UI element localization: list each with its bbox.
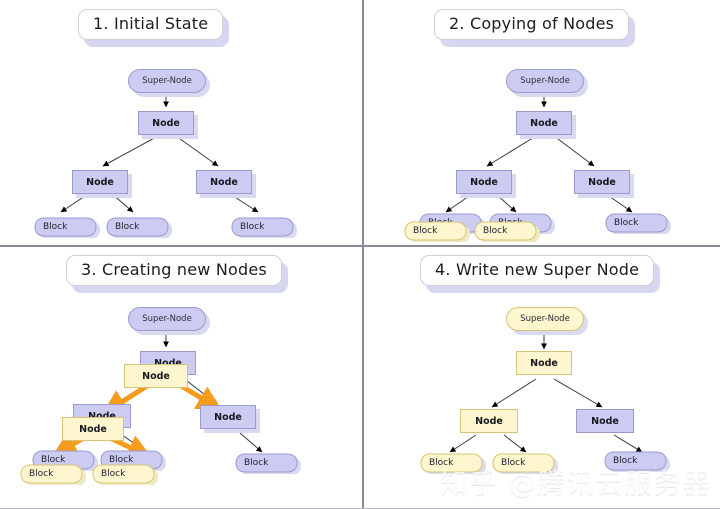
panel-3-root-node-copy-label: Node xyxy=(142,370,170,382)
panel-2-block-3[interactable]: Block xyxy=(605,212,673,234)
panel-3-super-node[interactable]: Super-Node xyxy=(128,307,206,331)
panel-3-block-1-copy-label: Block xyxy=(29,469,54,479)
panel-4-block-3-label: Block xyxy=(613,456,638,466)
panel-3-title: 3. Creating new Nodes xyxy=(66,255,288,293)
panel-2-title-text: 2. Copying of Nodes xyxy=(434,9,630,40)
panel-4-root-node[interactable]: Node xyxy=(516,351,572,375)
panel-4-root-node-label: Node xyxy=(530,357,558,369)
panel-4-title: 4. Write new Super Node xyxy=(420,255,661,293)
panel-1: 1. Initial State Super-Node Node Node No… xyxy=(0,0,363,246)
panel-4-title-text: 4. Write new Super Node xyxy=(420,255,655,286)
panel-1-block-1-label: Block xyxy=(43,222,68,232)
panel-3-block-3[interactable]: Block xyxy=(235,452,303,474)
panel-1-title-text: 1. Initial State xyxy=(78,9,224,40)
panel-3-left-node-copy[interactable]: Node xyxy=(62,417,124,441)
panel-2-title: 2. Copying of Nodes xyxy=(434,9,636,47)
panel-1-root-node-label: Node xyxy=(152,117,180,129)
panel-4-block-3[interactable]: Block xyxy=(604,450,672,472)
panel-1-block-3[interactable]: Block xyxy=(231,216,299,238)
panel-2-block-3-label: Block xyxy=(614,218,639,228)
panel-3-super-node-label: Super-Node xyxy=(142,314,192,324)
panel-2-super-node[interactable]: Super-Node xyxy=(506,69,584,93)
panel-1-block-1[interactable]: Block xyxy=(34,216,102,238)
panel-1-block-2-label: Block xyxy=(115,222,140,232)
panel-3-block-1-copy[interactable]: Block xyxy=(20,463,88,485)
panel-1-super-node-label: Super-Node xyxy=(142,76,192,86)
panel-3-block-2-copy-label: Block xyxy=(101,469,126,479)
panel-4-left-node[interactable]: Node xyxy=(460,409,518,433)
panel-4-block-2-label: Block xyxy=(501,458,526,468)
panel-1-block-2[interactable]: Block xyxy=(106,216,174,238)
panel-3: 3. Creating new Nodes Super-Node Node No… xyxy=(0,247,363,509)
panel-3-block-2-copy[interactable]: Block xyxy=(92,463,160,485)
panel-2-left-node-label: Node xyxy=(470,176,498,188)
panel-3-left-node-copy-label: Node xyxy=(79,423,107,435)
panel-4-left-node-label: Node xyxy=(475,415,503,427)
panel-4-right-node[interactable]: Node xyxy=(576,409,634,433)
panel-1-block-3-label: Block xyxy=(240,222,265,232)
panel-2-left-node[interactable]: Node xyxy=(456,170,512,194)
panel-4-block-1-label: Block xyxy=(429,458,454,468)
diagram-canvas: 1. Initial State Super-Node Node Node No… xyxy=(0,0,720,509)
panel-2-right-node[interactable]: Node xyxy=(574,170,630,194)
panel-1-super-node[interactable]: Super-Node xyxy=(128,69,206,93)
panel-2-root-node[interactable]: Node xyxy=(516,111,572,135)
panel-4-block-2[interactable]: Block xyxy=(492,452,560,474)
panel-4-block-1[interactable]: Block xyxy=(420,452,488,474)
panel-1-right-node[interactable]: Node xyxy=(196,170,252,194)
panel-2-block-1-copy-label: Block xyxy=(413,226,438,236)
panel-2-block-1-copy[interactable]: Block xyxy=(404,220,472,242)
panel-1-title: 1. Initial State xyxy=(78,9,230,47)
panel-4-super-node[interactable]: Super-Node xyxy=(506,307,584,331)
panel-2-super-node-label: Super-Node xyxy=(520,76,570,86)
panel-1-left-node[interactable]: Node xyxy=(72,170,128,194)
panel-1-root-node[interactable]: Node xyxy=(138,111,194,135)
panel-3-right-node[interactable]: Node xyxy=(200,405,256,429)
panel-2-block-2-copy[interactable]: Block xyxy=(474,220,542,242)
panel-1-right-node-label: Node xyxy=(210,176,238,188)
panel-2-block-2-copy-label: Block xyxy=(483,226,508,236)
panel-1-left-node-label: Node xyxy=(86,176,114,188)
panel-3-block-3-label: Block xyxy=(244,458,269,468)
panel-2-right-node-label: Node xyxy=(588,176,616,188)
panel-4-super-node-label: Super-Node xyxy=(520,314,570,324)
panel-3-title-text: 3. Creating new Nodes xyxy=(66,255,282,286)
panel-4: 4. Write new Super Node Super-Node Node xyxy=(364,247,720,509)
panel-4-right-node-label: Node xyxy=(591,415,619,427)
panel-3-right-node-label: Node xyxy=(214,411,242,423)
panel-2: 2. Copying of Nodes Super-Node Node Node… xyxy=(364,0,720,246)
panel-3-root-node-copy[interactable]: Node xyxy=(124,364,188,388)
panel-2-root-node-label: Node xyxy=(530,117,558,129)
